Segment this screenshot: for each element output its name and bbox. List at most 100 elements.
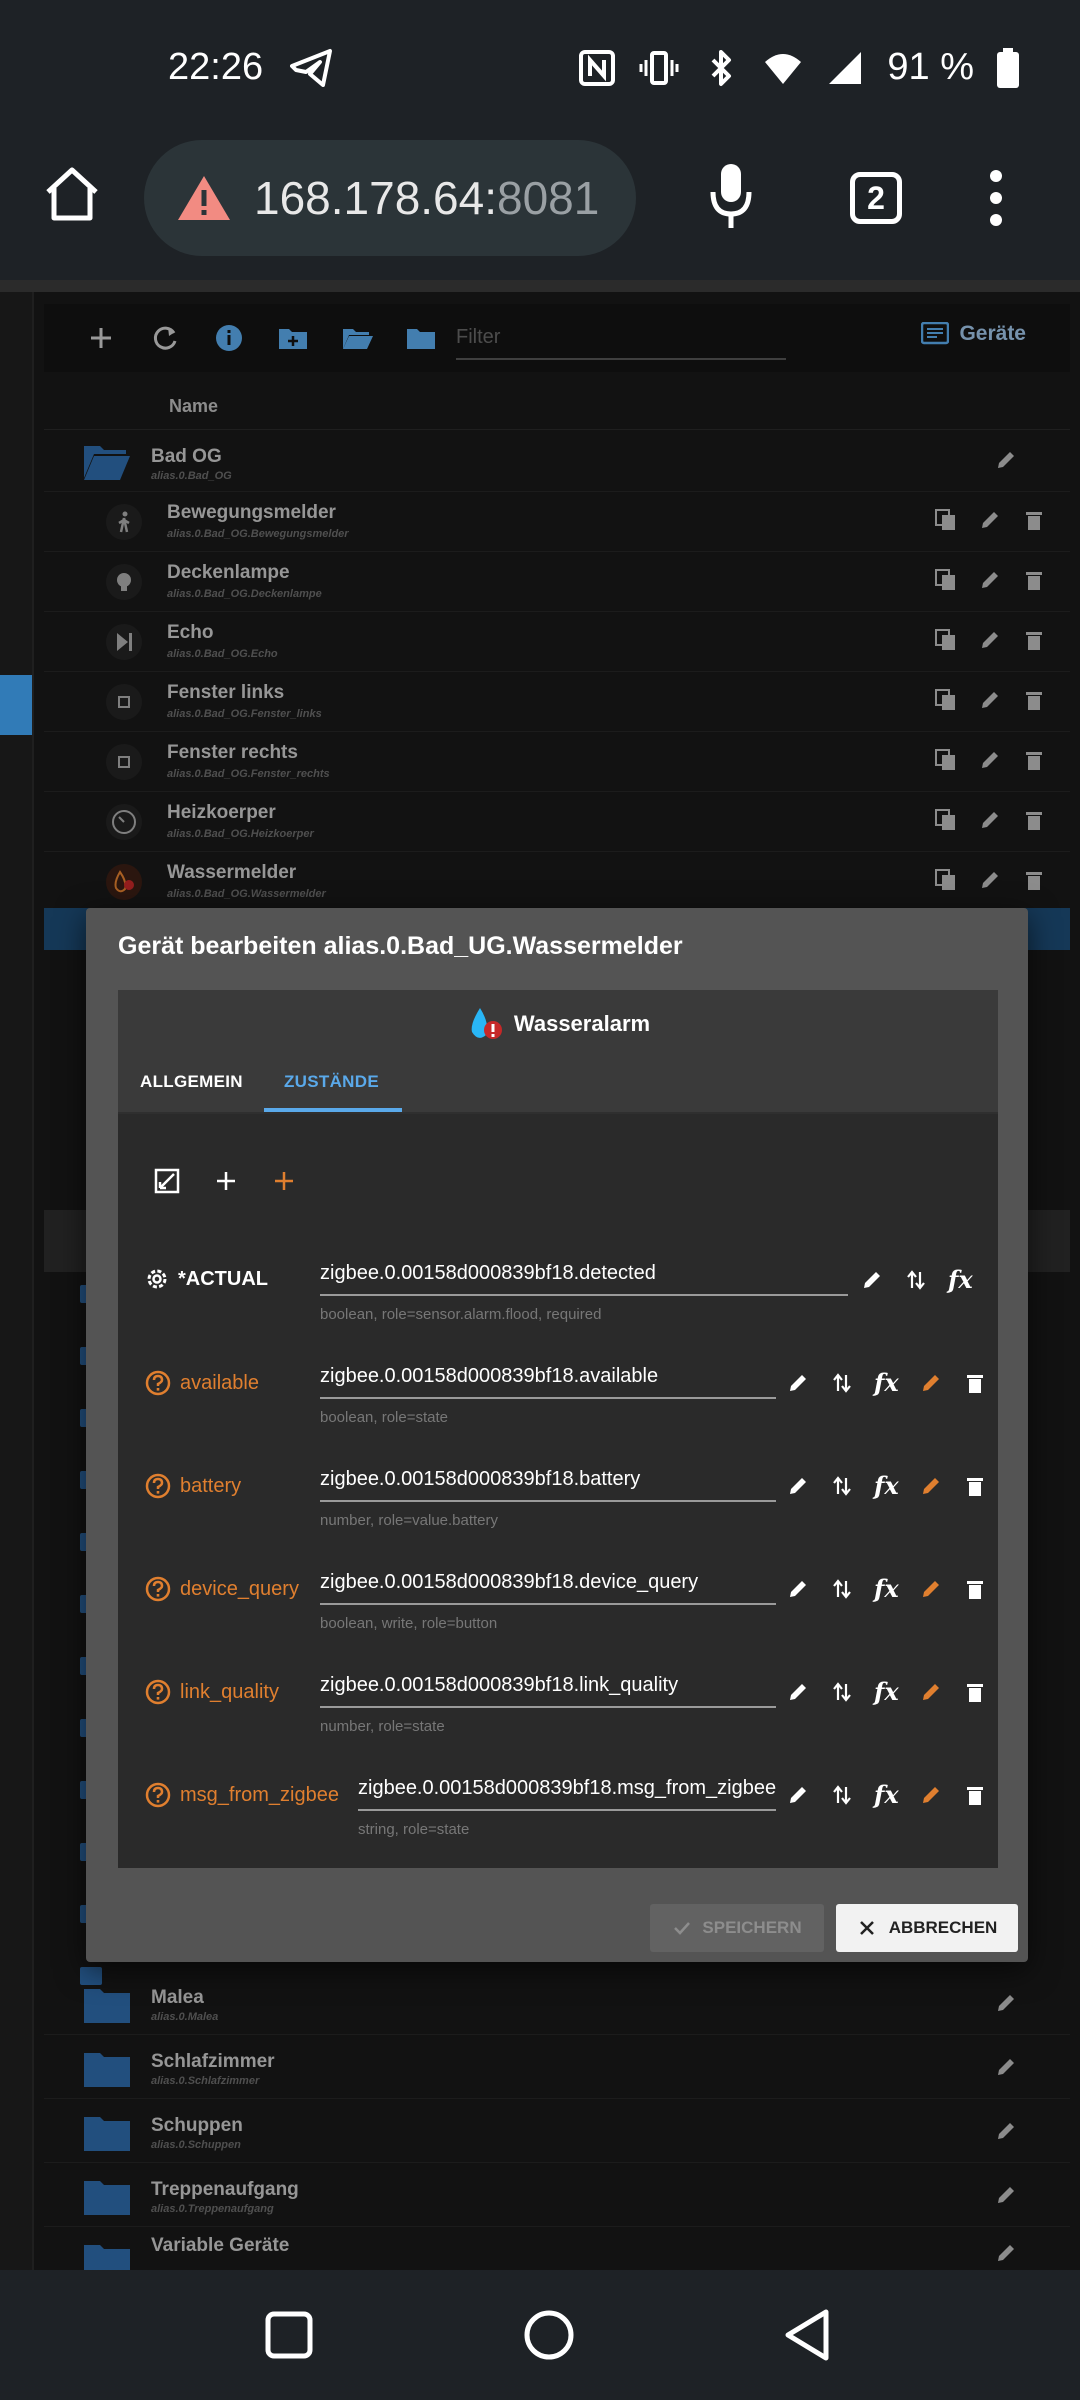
microphone-icon[interactable] — [706, 162, 756, 232]
function-icon[interactable]: fx — [874, 1577, 899, 1601]
edit-icon[interactable] — [786, 1680, 810, 1704]
status-bar: 22:26 91 % — [0, 0, 1080, 140]
cancel-button[interactable]: ABBRECHEN — [836, 1904, 1018, 1952]
swap-vert-icon[interactable] — [830, 1371, 854, 1395]
rename-icon[interactable] — [919, 1371, 943, 1395]
state-label: available — [144, 1369, 259, 1397]
function-icon[interactable]: fx — [874, 1474, 899, 1498]
swap-vert-icon[interactable] — [830, 1783, 854, 1807]
state-row: available zigbee.0.00158d000839bf18.avai… — [118, 1361, 998, 1461]
home-icon[interactable] — [42, 164, 102, 224]
state-label: link_quality — [144, 1678, 279, 1706]
function-icon[interactable]: fx — [948, 1268, 973, 1292]
nfc-icon — [579, 49, 616, 86]
state-label-text: battery — [180, 1474, 242, 1497]
state-actions: fx — [786, 1474, 987, 1498]
state-id-input[interactable]: zigbee.0.00158d000839bf18.available — [320, 1361, 776, 1399]
url-bar[interactable]: 168.178.64: 8081 — [144, 140, 636, 256]
recents-icon[interactable] — [264, 2310, 314, 2360]
state-row: link_quality zigbee.0.00158d000839bf18.l… — [118, 1670, 998, 1770]
edit-icon[interactable] — [786, 1577, 810, 1601]
dialog-actions: SPEICHERN ABBRECHEN — [650, 1904, 1018, 1952]
tab-switcher-button[interactable]: 2 — [850, 172, 902, 224]
rename-icon[interactable] — [919, 1783, 943, 1807]
vibrate-icon — [639, 50, 679, 85]
save-button[interactable]: SPEICHERN — [650, 1904, 824, 1952]
state-label: device_query — [144, 1575, 299, 1603]
delete-icon[interactable] — [963, 1474, 987, 1498]
bluetooth-icon — [711, 49, 732, 86]
states-panel: *ACTUAL zigbee.0.00158d000839bf18.detect… — [118, 1114, 998, 1868]
help-circle-icon — [145, 1576, 171, 1602]
state-id-input[interactable]: zigbee.0.00158d000839bf18.msg_from_zigbe… — [358, 1773, 776, 1811]
system-nav-bar — [0, 2270, 1080, 2400]
add-icon[interactable] — [214, 1169, 238, 1193]
wifi-icon — [765, 53, 802, 84]
state-meta: boolean, role=state — [320, 1409, 449, 1426]
state-row-actual: *ACTUAL zigbee.0.00158d000839bf18.detect… — [118, 1258, 998, 1358]
back-icon[interactable] — [782, 2308, 832, 2362]
state-row: battery zigbee.0.00158d000839bf18.batter… — [118, 1464, 998, 1564]
state-actions: fx — [786, 1371, 987, 1395]
rename-icon[interactable] — [919, 1577, 943, 1601]
rename-icon[interactable] — [919, 1680, 943, 1704]
state-row: device_query zigbee.0.00158d000839bf18.d… — [118, 1567, 998, 1667]
state-label-text: available — [180, 1371, 259, 1394]
water-alarm-icon — [471, 1008, 502, 1039]
help-circle-icon — [145, 1679, 171, 1705]
help-circle-icon — [145, 1473, 171, 1499]
swap-vert-icon[interactable] — [830, 1474, 854, 1498]
function-icon[interactable]: fx — [874, 1371, 899, 1395]
home-nav-icon[interactable] — [522, 2308, 576, 2362]
check-icon — [674, 1922, 691, 1935]
function-icon[interactable]: fx — [874, 1680, 899, 1704]
state-label-text: msg_from_zigbee — [180, 1783, 339, 1806]
state-id-input[interactable]: zigbee.0.00158d000839bf18.battery — [320, 1464, 776, 1502]
state-meta: boolean, write, role=button — [320, 1615, 498, 1632]
signal-icon — [829, 51, 862, 84]
state-meta: number, role=value.battery — [320, 1512, 499, 1529]
edit-icon[interactable] — [786, 1474, 810, 1498]
swap-vert-icon[interactable] — [830, 1680, 854, 1704]
cancel-button-label: ABBRECHEN — [888, 1918, 998, 1937]
tab-states[interactable]: ZUSTÄNDE — [284, 1072, 379, 1092]
battery-icon — [997, 47, 1019, 88]
url-host: 168.178.64: — [254, 172, 498, 224]
state-id-input[interactable]: zigbee.0.00158d000839bf18.device_query — [320, 1567, 776, 1605]
states-toolbar — [154, 1168, 296, 1194]
state-label: *ACTUAL — [144, 1266, 268, 1292]
delete-icon[interactable] — [963, 1783, 987, 1807]
state-id-input[interactable]: zigbee.0.00158d000839bf18.detected — [320, 1258, 848, 1296]
function-icon[interactable]: fx — [874, 1783, 899, 1807]
state-actions: fx — [786, 1783, 987, 1807]
delete-icon[interactable] — [963, 1577, 987, 1601]
device-header: Wasseralarm ALLGEMEIN ZUSTÄNDE — [118, 990, 998, 1112]
warning-icon[interactable] — [176, 174, 232, 222]
add-optional-icon[interactable] — [272, 1169, 296, 1193]
status-time: 22:26 — [168, 46, 264, 88]
rename-icon[interactable] — [919, 1474, 943, 1498]
state-row: msg_from_zigbee zigbee.0.00158d000839bf1… — [118, 1773, 998, 1873]
swap-vert-icon[interactable] — [904, 1268, 928, 1292]
state-label: msg_from_zigbee — [144, 1781, 339, 1809]
device-name: Wasseralarm — [118, 1004, 998, 1044]
edit-device-dialog: Gerät bearbeiten alias.0.Bad_UG.Wasserme… — [86, 908, 1028, 1962]
state-label-text: link_quality — [180, 1680, 279, 1703]
state-meta: string, role=state — [358, 1821, 470, 1838]
help-circle-icon — [145, 1370, 171, 1396]
tab-general[interactable]: ALLGEMEIN — [140, 1072, 243, 1092]
expand-icon[interactable] — [154, 1168, 180, 1194]
edit-icon[interactable] — [786, 1783, 810, 1807]
swap-vert-icon[interactable] — [830, 1577, 854, 1601]
edit-icon[interactable] — [860, 1268, 884, 1292]
delete-icon[interactable] — [963, 1371, 987, 1395]
more-vert-icon[interactable] — [984, 168, 1008, 228]
status-icons: 91 % — [577, 46, 1020, 89]
close-icon — [859, 1921, 874, 1935]
state-id-input[interactable]: zigbee.0.00158d000839bf18.link_quality — [320, 1670, 776, 1708]
state-meta: boolean, role=sensor.alarm.flood, requir… — [320, 1306, 602, 1323]
edit-icon[interactable] — [786, 1371, 810, 1395]
state-label-text: device_query — [180, 1577, 299, 1600]
url-port: 8081 — [497, 172, 600, 224]
delete-icon[interactable] — [963, 1680, 987, 1704]
